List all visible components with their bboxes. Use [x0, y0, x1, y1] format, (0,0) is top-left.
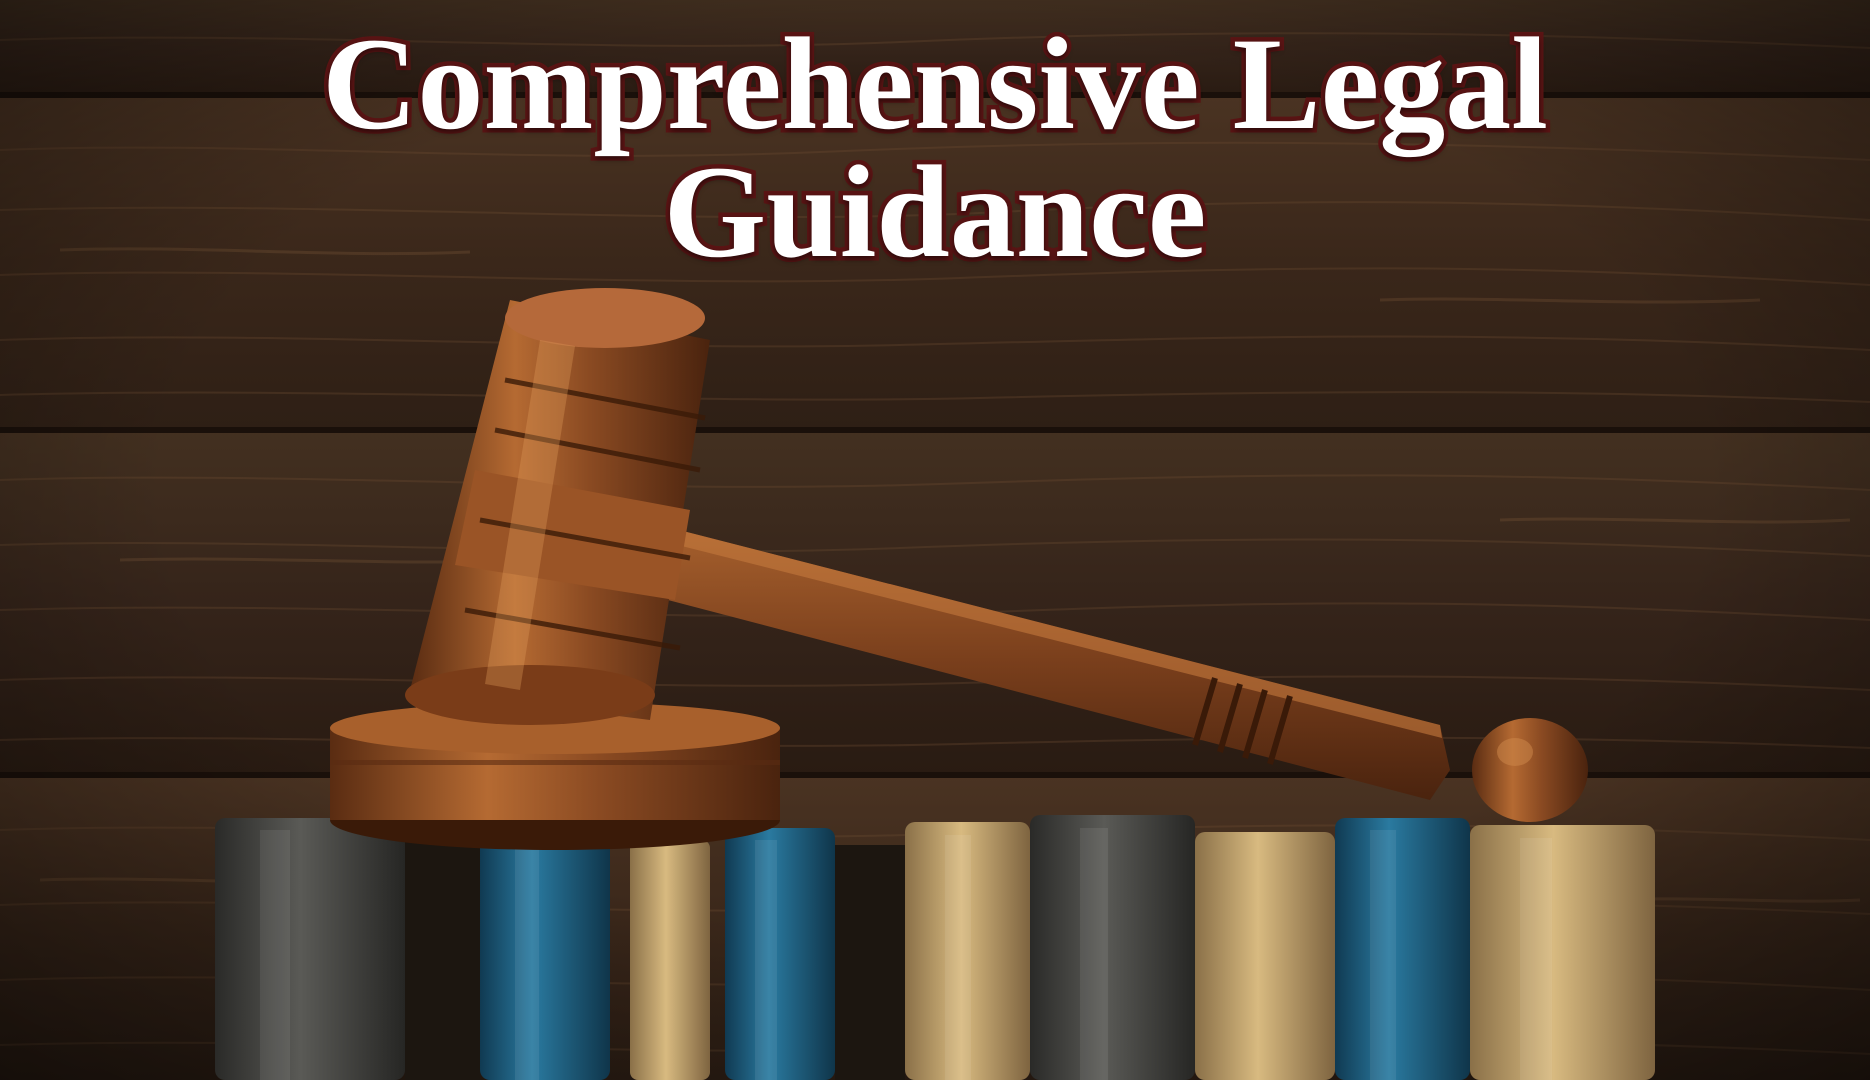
book-gray	[215, 818, 405, 1080]
headline-line-1: Comprehensive Legal	[318, 10, 1553, 157]
book-blue	[725, 828, 835, 1080]
book-gray	[1030, 815, 1195, 1080]
page-headline: Comprehensive Legal Guidance	[0, 10, 1870, 285]
book-row	[215, 815, 1655, 1080]
book-shadow-gap	[835, 845, 905, 1080]
book-shadow-gap	[405, 830, 480, 1080]
gavel-head-bottom	[405, 665, 655, 725]
headline-line-2: Guidance	[659, 138, 1211, 285]
book-tan	[1470, 825, 1655, 1080]
book-tan	[1195, 832, 1335, 1080]
book-blue	[1335, 818, 1470, 1080]
gavel-head-top	[505, 288, 705, 348]
hero-image: Comprehensive Legal Guidance	[0, 0, 1870, 1080]
gavel-head	[405, 288, 710, 725]
book-tan	[630, 840, 710, 1080]
gavel-handle-knob	[1472, 718, 1588, 822]
book-blue	[480, 835, 610, 1080]
